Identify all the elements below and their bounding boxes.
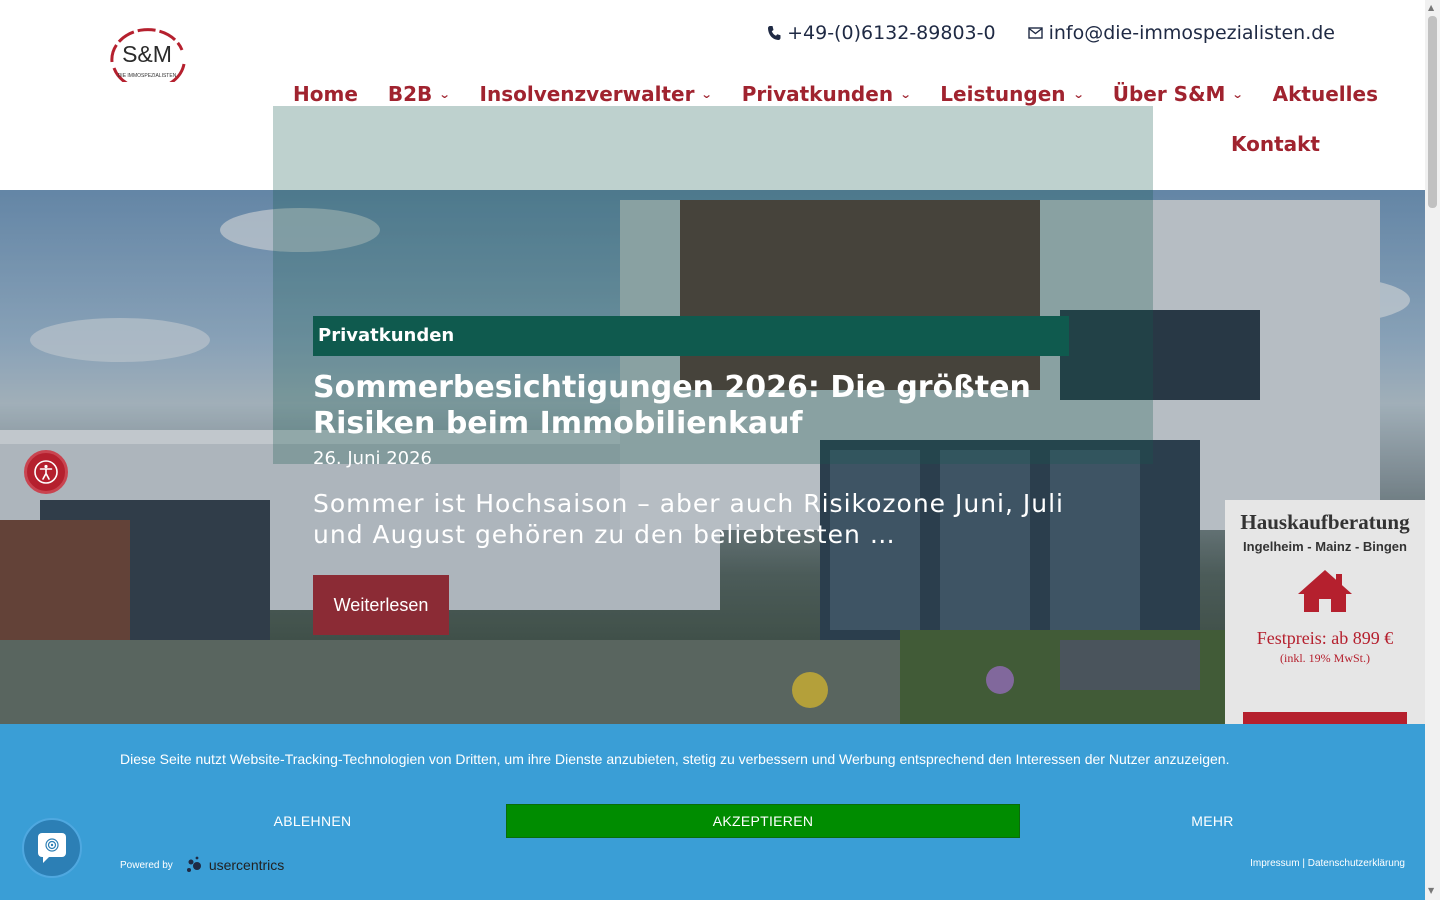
chevron-down-icon: ⌄ [438,87,451,101]
nav-item-b2b[interactable]: B2B ⌄ [387,82,451,106]
decline-button[interactable]: ABLEHNEN [110,804,515,838]
mail-icon [1027,27,1043,39]
powered-by-label: Powered by [120,859,173,871]
nav-item-leistungen[interactable]: Leistungen ⌄ [940,82,1085,106]
usercentrics-brand: usercentrics [208,857,285,873]
main-nav: Home B2B ⌄ Insolvenzverwalter ⌄ Privatkund… [293,82,1378,106]
usercentrics-logo[interactable]: usercentrics [183,854,284,876]
accessibility-button[interactable] [24,450,68,494]
chevron-down-icon: ⌄ [899,87,912,101]
nav-label: Über S&M [1112,82,1226,106]
chevron-down-icon: ⌄ [1232,87,1245,101]
scrollbar-thumb[interactable] [1428,16,1437,208]
phone-link[interactable]: +49-(0)6132-89803-0 [767,22,996,44]
nav-label: Aktuelles [1272,82,1378,106]
contact-bar: +49-(0)6132-89803-0 info@die-immospezial… [767,22,1335,44]
fingerprint-icon [38,833,66,863]
cookie-notice-text: Diese Seite nutzt Website-Tracking-Techn… [120,751,1230,767]
nav-label: Leistungen [940,82,1066,106]
logo-text: S&M [122,41,172,67]
widget-vat-note: (inkl. 19% MwSt.) [1280,651,1370,665]
widget-price: Festpreis: ab 899 € [1256,628,1394,648]
nav-item-privatkunden[interactable]: Privatkunden ⌄ [741,82,912,106]
logo-tagline: DIE IMMOSPEZIALISTEN [118,73,177,79]
nav-label: B2B [387,82,433,106]
chevron-down-icon: ⌄ [1072,87,1085,101]
nav-item-ueber-sm[interactable]: Über S&M ⌄ [1112,82,1245,106]
scroll-down-arrow-icon[interactable]: ▼ [1428,886,1434,895]
house-icon [1298,570,1352,612]
hauskaufberatung-widget[interactable]: Hauskaufberatung Ingelheim - Mainz - Bin… [1225,500,1425,726]
read-more-button[interactable]: Weiterlesen [313,575,449,635]
powered-by: Powered by usercentrics [120,854,284,876]
cookie-banner: Diese Seite nutzt Website-Tracking-Techn… [0,724,1425,900]
nav-label: Privatkunden [741,82,894,106]
accept-button[interactable]: AKZEPTIEREN [506,804,1020,838]
page-scrollbar[interactable]: ▲ ▼ [1425,0,1440,900]
chevron-down-icon: ⌄ [701,87,714,101]
logo-icon: S&M DIE IMMOSPEZIALISTEN [110,28,186,91]
nav-item-kontakt[interactable]: Kontakt [1231,132,1320,156]
nav-item-aktuelles[interactable]: Aktuelles [1273,82,1378,106]
post-date: 26. Juni 2026 [313,448,433,469]
nav-label: Kontakt [1230,132,1320,156]
scroll-up-arrow-icon[interactable]: ▲ [1428,3,1434,12]
widget-subtitle: Ingelheim - Mainz - Bingen [1243,539,1407,554]
site-logo[interactable]: S&M DIE IMMOSPEZIALISTEN [104,24,190,91]
main-nav-row2: Kontakt [1231,132,1320,156]
page: S&M DIE IMMOSPEZIALISTEN +49-(0)6132-898… [0,0,1440,900]
usercentrics-icon [186,856,201,872]
nav-label: Insolvenzverwalter [479,82,695,106]
post-title[interactable]: Sommerbesichtigungen 2026: Die größten R… [313,370,1073,442]
accessibility-icon [34,460,58,484]
email-link[interactable]: info@die-immospezialisten.de [1027,22,1335,44]
nav-label: Home [293,82,358,106]
widget-title: Hauskaufberatung [1240,510,1410,534]
phone-number: +49-(0)6132-89803-0 [787,22,996,44]
phone-icon [768,26,781,40]
post-category-badge[interactable]: Privatkunden [313,316,1069,356]
privacy-settings-button[interactable] [22,818,82,878]
nav-item-home[interactable]: Home [293,82,358,106]
email-address: info@die-immospezialisten.de [1048,22,1335,44]
more-button[interactable]: MEHR [1010,804,1415,838]
nav-item-insolvenzverwalter[interactable]: Insolvenzverwalter ⌄ [479,82,714,106]
post-excerpt: Sommer ist Hochsaison – aber auch Risiko… [313,489,1064,549]
legal-links[interactable]: Impressum | Datenschutzerklärung [1250,858,1405,869]
